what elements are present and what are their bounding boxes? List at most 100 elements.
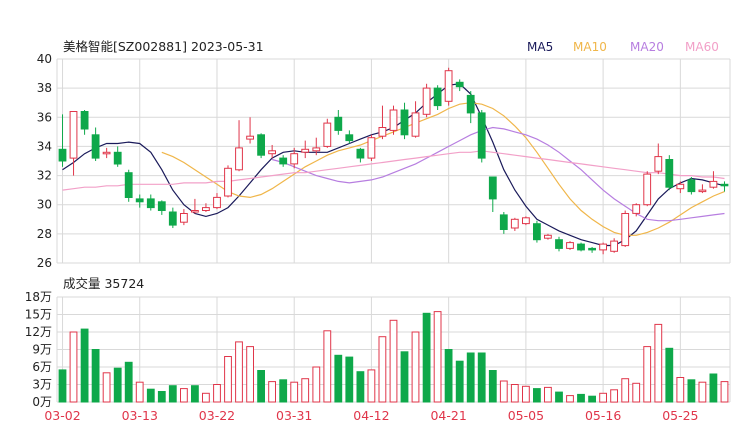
candlestick [499, 212, 508, 234]
candlestick [411, 101, 420, 138]
volume-bar [676, 377, 685, 403]
candlestick [224, 165, 232, 198]
candlestick [235, 120, 243, 172]
candle-body [168, 211, 177, 226]
volume-bar [58, 369, 67, 403]
candle-body [621, 213, 630, 247]
candlestick [621, 210, 630, 247]
candle-body [279, 157, 288, 165]
volume-y-axis: 18万 15万 12万 9万 6万 3万 0万 [25, 290, 52, 409]
volume-bar [522, 385, 530, 403]
volume-bar [80, 328, 89, 403]
candlestick [124, 169, 133, 202]
candle-body [268, 150, 277, 155]
volume-bar [124, 361, 133, 403]
candlestick [345, 130, 354, 144]
volume-bar [157, 391, 166, 403]
volume-bar [146, 388, 155, 403]
volume-bar [180, 388, 188, 403]
volume-bar [466, 352, 475, 403]
date-tick-label: 05-25 [662, 408, 698, 423]
candle-body [191, 210, 199, 213]
candlestick [510, 217, 519, 231]
price-tick-label: 38 [37, 81, 52, 95]
date-tick-label: 04-21 [430, 408, 466, 423]
candle-body [102, 151, 111, 155]
candle-body [533, 223, 541, 241]
volume-bar [411, 331, 420, 403]
candlestick [113, 146, 122, 167]
candle-body [522, 217, 530, 225]
candlestick [477, 110, 486, 163]
volume-bar [91, 349, 100, 403]
volume-bar [400, 351, 409, 403]
candlestick [544, 233, 552, 240]
candle-body [422, 87, 431, 115]
candle-body [665, 159, 674, 188]
candle-body [312, 147, 321, 152]
ma-legend-ma10: MA10 [573, 40, 607, 54]
candle-body [566, 242, 574, 249]
ma-legend-ma5: MA5 [527, 40, 553, 54]
candle-body [709, 180, 718, 188]
candle-body [720, 183, 729, 187]
candle-body [246, 135, 254, 140]
volume-bar [566, 395, 574, 403]
candlestick [91, 127, 100, 161]
volume-bar [610, 389, 619, 403]
date-tick-label: 05-16 [585, 408, 621, 423]
candle-body [378, 127, 387, 137]
volume-bar [202, 392, 210, 403]
candle-body [157, 201, 166, 212]
candle-body [334, 116, 343, 131]
candlestick [599, 242, 608, 255]
ma-line-ma20 [271, 126, 725, 222]
candlestick [488, 176, 497, 212]
candlestick [610, 238, 619, 253]
volume-title: 成交量 35724 [63, 276, 144, 291]
candlestick [80, 110, 89, 135]
volume-bar [257, 370, 266, 403]
volume-bar [499, 380, 508, 403]
volume-bar [301, 378, 310, 403]
candlestick [720, 181, 729, 192]
volume-bar [720, 381, 729, 403]
candle-body [345, 134, 354, 142]
candle-body [135, 198, 144, 203]
volume-bars [58, 311, 729, 403]
candlestick [157, 200, 166, 215]
candlestick [466, 91, 475, 124]
price-tick-label: 28 [37, 227, 52, 241]
volume-bar [224, 356, 232, 403]
candle-body [632, 204, 641, 214]
volume-bar [422, 312, 431, 403]
volume-bar [113, 367, 122, 403]
stock-chart-panel: 美格智能[SZ002881] 2023-05-31 MA5 MA10 MA20 MA6… [0, 0, 740, 440]
candlestick [246, 117, 254, 144]
candlestick [180, 209, 188, 226]
volume-bar [290, 381, 299, 403]
ma-legend: MA5 MA10 MA20 MA60 [527, 40, 719, 54]
candlestick [334, 110, 343, 135]
candle-body [69, 111, 78, 159]
candlestick [367, 134, 376, 161]
candlestick [102, 147, 111, 159]
candle-body [687, 179, 696, 193]
candlestick [213, 193, 221, 210]
price-tick-label: 32 [37, 169, 52, 183]
volume-bar [235, 341, 243, 403]
candlestick [555, 236, 563, 252]
candle-body [323, 122, 332, 147]
volume-bar [268, 381, 277, 403]
volume-bar [246, 346, 254, 403]
candlestick [698, 184, 707, 194]
candle-body [180, 213, 188, 223]
candlestick [323, 118, 332, 148]
date-tick-label: 04-12 [353, 408, 389, 423]
candlestick [356, 147, 365, 163]
date-tick-label: 05-05 [508, 408, 544, 423]
volume-bar [599, 392, 608, 403]
candlestick [533, 220, 541, 243]
volume-bar [213, 384, 221, 403]
volume-bar [279, 379, 288, 403]
